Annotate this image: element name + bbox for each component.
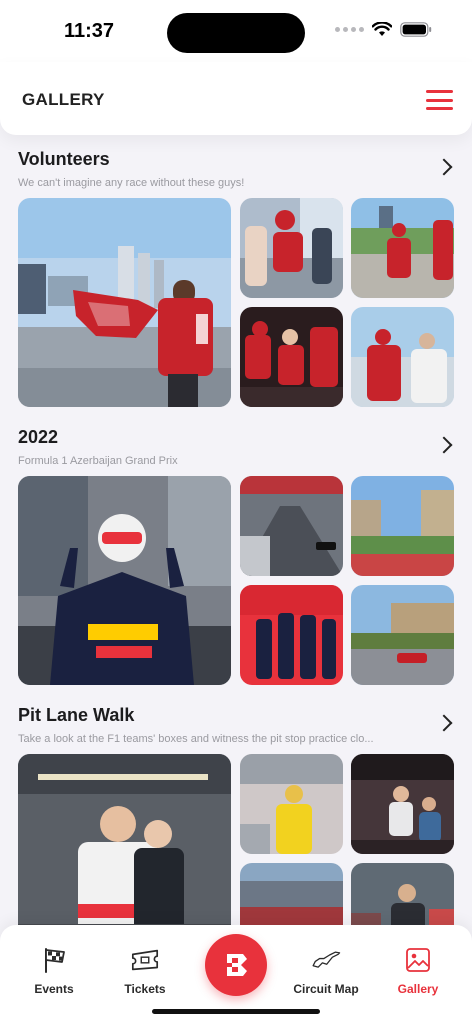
section-subtitle: Take a look at the F1 teams' boxes and w… [18, 733, 374, 745]
tab-events[interactable]: Events [9, 945, 99, 996]
image-icon [403, 945, 433, 975]
gallery-list[interactable]: Volunteers We can't imagine any race wit… [0, 135, 472, 925]
photo-thumbnail[interactable] [351, 476, 454, 576]
photo-thumbnail[interactable] [351, 198, 454, 298]
chevron-right-icon[interactable] [435, 714, 453, 732]
tab-circuit-map[interactable]: Circuit Map [281, 945, 371, 996]
checkered-flag-icon [39, 945, 69, 975]
chevron-right-icon[interactable] [435, 436, 453, 454]
menu-icon-line [426, 107, 453, 110]
photo-grid [18, 198, 454, 407]
dynamic-island [167, 13, 305, 53]
photo-thumbnail[interactable] [351, 307, 454, 407]
tab-label: Tickets [124, 982, 166, 996]
photo-grid [18, 754, 454, 925]
tab-label: Gallery [397, 982, 439, 996]
menu-button[interactable] [426, 90, 453, 110]
home-indicator [152, 1009, 320, 1014]
section-title: Volunteers [18, 149, 110, 169]
status-icons [335, 22, 432, 37]
brand-home-button[interactable] [205, 934, 267, 996]
ticket-icon [130, 945, 160, 975]
gallery-section-volunteers: Volunteers We can't imagine any race wit… [0, 135, 472, 407]
photo-thumbnail[interactable] [351, 754, 454, 854]
circuit-map-icon [311, 945, 341, 975]
section-header-pit-lane-walk[interactable]: Pit Lane Walk Take a look at the F1 team… [0, 691, 472, 754]
section-header-volunteers[interactable]: Volunteers We can't imagine any race wit… [0, 135, 472, 198]
photo-thumbnail[interactable] [18, 198, 231, 407]
photo-thumbnail[interactable] [351, 863, 454, 925]
section-subtitle: We can't imagine any race without these … [18, 177, 245, 189]
section-title: Pit Lane Walk [18, 705, 135, 725]
tab-label: Circuit Map [293, 982, 359, 996]
status-time: 11:37 [64, 20, 115, 42]
cellular-signal-icon [335, 27, 364, 32]
tab-label: Events [34, 982, 74, 996]
section-title: 2022 [18, 427, 59, 447]
gallery-section-pit-lane-walk: Pit Lane Walk Take a look at the F1 team… [0, 691, 472, 925]
photo-thumbnail[interactable] [240, 585, 343, 685]
tab-tickets[interactable]: Tickets [100, 945, 190, 996]
photo-thumbnail[interactable] [240, 863, 343, 925]
menu-icon-line [426, 98, 453, 102]
photo-thumbnail[interactable] [18, 476, 231, 685]
photo-thumbnail[interactable] [351, 585, 454, 685]
section-header-2022[interactable]: 2022 Formula 1 Azerbaijan Grand Prix [0, 413, 472, 476]
brand-logo-icon [227, 954, 247, 976]
photo-thumbnail[interactable] [240, 307, 343, 407]
wifi-icon [372, 22, 392, 36]
chevron-right-icon[interactable] [435, 158, 453, 176]
gallery-section-2022: 2022 Formula 1 Azerbaijan Grand Prix [0, 413, 472, 685]
photo-thumbnail[interactable] [240, 476, 343, 576]
status-bar: 11:37 [0, 0, 472, 62]
menu-icon-line [426, 90, 453, 93]
photo-thumbnail[interactable] [18, 754, 231, 925]
app-header: GALLERY [0, 62, 472, 135]
photo-thumbnail[interactable] [240, 754, 343, 854]
photo-thumbnail[interactable] [240, 198, 343, 298]
battery-icon [400, 22, 432, 37]
tab-gallery[interactable]: Gallery [373, 945, 463, 996]
section-subtitle: Formula 1 Azerbaijan Grand Prix [18, 455, 178, 467]
photo-grid [18, 476, 454, 685]
page-title: GALLERY [22, 90, 105, 109]
